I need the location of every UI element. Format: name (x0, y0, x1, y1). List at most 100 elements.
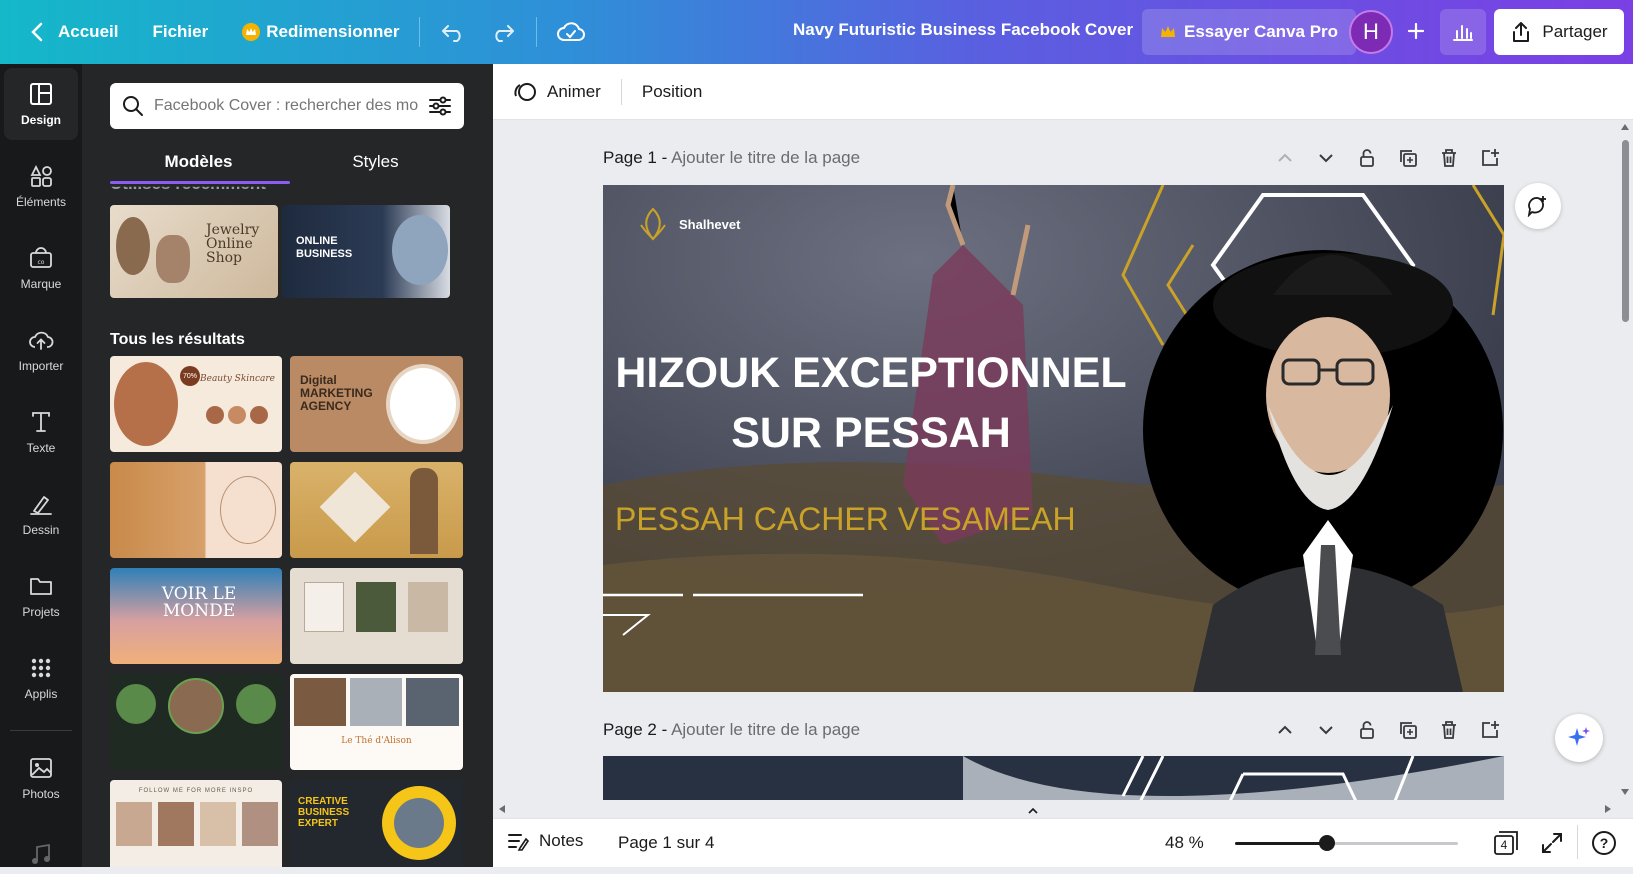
pages-grid-button[interactable]: 4 (1492, 830, 1518, 856)
result-template[interactable]: VOIR LE MONDE (110, 568, 282, 664)
notes-button[interactable]: Notes (507, 831, 583, 851)
template-title: Jewelry Online Shop (206, 222, 260, 266)
rail-item-audio[interactable] (4, 834, 78, 874)
rail-divider (10, 730, 72, 731)
add-page-icon[interactable] (1479, 147, 1501, 169)
move-down-icon[interactable] (1315, 147, 1337, 169)
magic-assistant-button[interactable] (1555, 714, 1603, 762)
animate-button[interactable]: Animer (499, 72, 615, 112)
scroll-up-icon[interactable] (1620, 123, 1630, 131)
scroll-left-icon[interactable] (497, 804, 507, 814)
rail-item-brand[interactable]: co Marque (4, 232, 78, 304)
design-headline[interactable]: HIZOUK EXCEPTIONNEL SUR PESSAH (603, 343, 1139, 463)
undo-icon (442, 25, 462, 42)
help-button[interactable]: ? (1592, 831, 1616, 855)
design-subheadline[interactable]: PESSAH CACHER VESAMEAH (615, 501, 1076, 538)
result-template[interactable] (290, 568, 463, 664)
redo-icon (495, 25, 515, 42)
result-template[interactable] (290, 462, 463, 558)
move-up-icon[interactable] (1274, 719, 1296, 741)
rail-item-text[interactable]: Texte (4, 396, 78, 468)
page-title-input[interactable]: Ajouter le titre de la page (671, 720, 860, 739)
design-background (603, 756, 1504, 800)
result-template[interactable] (110, 462, 282, 558)
page-title-input[interactable]: Ajouter le titre de la page (671, 148, 860, 167)
template-photo (408, 582, 448, 632)
tab-styles[interactable]: Styles (287, 142, 464, 182)
cloud-check-icon (557, 22, 586, 41)
fullscreen-button[interactable] (1540, 831, 1564, 860)
rail-item-draw[interactable]: Dessin (4, 478, 78, 550)
lock-icon[interactable] (1356, 147, 1378, 169)
home-button[interactable]: Accueil (18, 12, 130, 52)
zoom-slider-knob[interactable] (1319, 835, 1336, 851)
lock-icon[interactable] (1356, 719, 1378, 741)
filter-icon[interactable] (428, 95, 452, 117)
recent-template[interactable]: Jewelry Online Shop (110, 205, 278, 298)
vertical-scrollbar[interactable] (1617, 120, 1633, 800)
rail-item-elements[interactable]: Éléments (4, 150, 78, 222)
try-pro-button[interactable]: Essayer Canva Pro (1142, 9, 1357, 55)
zoom-slider[interactable] (1235, 835, 1458, 851)
apps-icon (31, 658, 51, 678)
scroll-right-icon[interactable] (1603, 804, 1613, 814)
undo-button[interactable] (428, 12, 478, 52)
rail-item-projects[interactable]: Projets (4, 560, 78, 632)
design-page-2[interactable] (603, 756, 1504, 800)
document-title[interactable]: Navy Futuristic Business Facebook Cover (793, 20, 1133, 40)
avatar[interactable]: H (1349, 10, 1393, 54)
page-indicator[interactable]: Page 1 sur 4 (618, 833, 714, 853)
rail-item-apps[interactable]: Applis (4, 642, 78, 714)
recent-template[interactable]: ONLINE BUSINESS (282, 205, 450, 298)
template-title: Le Thé d'Alison (341, 736, 412, 746)
page-count: 4 (1500, 838, 1508, 852)
tab-templates[interactable]: Modèles (110, 142, 287, 182)
brand-icon: co (30, 247, 52, 268)
result-template[interactable]: FOLLOW ME FOR MORE INSPO (110, 780, 282, 867)
zoom-level[interactable]: 48 % (1165, 833, 1204, 853)
crown-icon (242, 23, 261, 41)
scroll-down-icon[interactable] (1620, 788, 1630, 796)
redo-button[interactable] (478, 12, 528, 52)
template-photo (350, 678, 402, 726)
results-section-label: Tous les résultats (110, 331, 245, 348)
expand-notes-handle[interactable] (1023, 803, 1043, 814)
horizontal-scrollbar[interactable] (493, 800, 1617, 818)
result-template[interactable]: Le Thé d'Alison (290, 674, 463, 770)
template-photo (356, 582, 396, 632)
add-collaborator-button[interactable] (1399, 14, 1433, 48)
rail-item-photos[interactable]: Photos (4, 742, 78, 814)
rail-item-design[interactable]: Design (4, 68, 78, 140)
insights-button[interactable] (1440, 9, 1486, 55)
trash-icon[interactable] (1438, 147, 1460, 169)
resize-button[interactable]: Redimensionner (230, 12, 411, 52)
share-button[interactable]: Partager (1494, 9, 1624, 55)
bar-chart-icon (1453, 25, 1473, 41)
move-down-icon[interactable] (1315, 719, 1337, 741)
save-status-button[interactable] (545, 12, 597, 52)
result-template[interactable]: Digital MARKETING AGENCY (290, 356, 463, 452)
template-photo (250, 406, 268, 424)
rail-item-upload[interactable]: Importer (4, 314, 78, 386)
trash-icon[interactable] (1438, 719, 1460, 741)
position-button[interactable]: Position (628, 72, 716, 112)
sparkle-icon (1568, 727, 1590, 746)
add-page-icon[interactable] (1479, 719, 1501, 741)
discount-badge: 70% (180, 366, 200, 386)
move-up-icon[interactable] (1274, 147, 1296, 169)
template-photo (242, 802, 278, 846)
template-search[interactable] (110, 83, 464, 129)
search-input[interactable] (154, 97, 418, 115)
result-template[interactable]: 70% Beauty Skincare (110, 356, 282, 452)
file-menu[interactable]: Fichier (140, 12, 220, 52)
add-comment-button[interactable] (1515, 183, 1561, 229)
duplicate-icon[interactable] (1397, 719, 1419, 741)
result-template[interactable]: CREATIVE BUSINESS EXPERT (290, 780, 463, 867)
template-photo (116, 802, 152, 846)
design-page-1[interactable]: Shalhevet HIZOUK EXCEPTIONNEL SUR PESSAH… (603, 185, 1504, 692)
result-template[interactable] (110, 674, 282, 770)
duplicate-icon[interactable] (1397, 147, 1419, 169)
scroll-thumb[interactable] (1622, 140, 1629, 322)
template-photo (392, 215, 448, 285)
divider (620, 78, 622, 105)
